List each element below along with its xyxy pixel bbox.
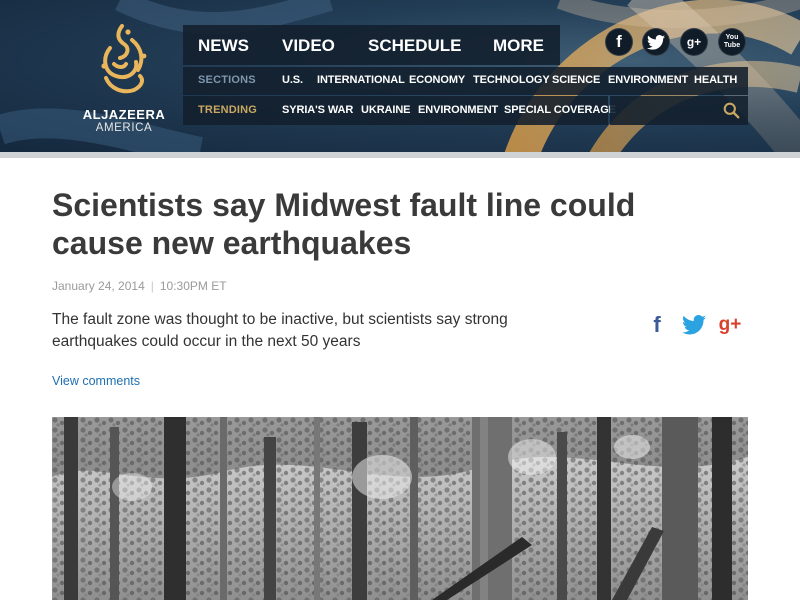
facebook-glyph: f xyxy=(616,32,622,51)
section-economy[interactable]: ECONOMY xyxy=(409,74,465,86)
trending-ukraine[interactable]: UKRAINE xyxy=(361,104,411,116)
google-plus-share-glyph: g+ xyxy=(718,314,742,335)
article-headline: Scientists say Midwest fault line could … xyxy=(52,186,752,262)
google-plus-glyph: g+ xyxy=(686,35,702,49)
site-logo[interactable]: ALJAZEERA AMERICA xyxy=(78,20,170,138)
nav-news[interactable]: NEWS xyxy=(198,36,249,56)
trending-bar: TRENDING SYRIA'S WAR UKRAINE ENVIRONMENT… xyxy=(183,96,616,125)
section-science[interactable]: SCIENCE xyxy=(552,74,600,86)
article-date: January 24, 2014 xyxy=(52,279,145,293)
view-comments-link[interactable]: View comments xyxy=(52,374,140,388)
trending-special-coverage[interactable]: SPECIAL COVERAGE xyxy=(504,104,616,116)
header-divider xyxy=(0,152,800,158)
main-navigation: NEWS VIDEO SCHEDULE MORE xyxy=(183,25,560,65)
sections-bar: SECTIONS U.S. INTERNATIONAL ECONOMY TECH… xyxy=(183,67,748,95)
headline-line-1: Scientists say Midwest fault line could xyxy=(52,187,636,223)
sections-label: SECTIONS xyxy=(198,74,256,86)
brand-name: ALJAZEERA xyxy=(82,107,166,122)
youtube-glyph-top: You xyxy=(725,34,739,41)
meta-separator: | xyxy=(150,279,154,293)
facebook-icon[interactable]: f xyxy=(605,28,633,56)
youtube-icon[interactable]: You Tube xyxy=(718,28,746,56)
dek-line-1: The fault zone was thought to be inactiv… xyxy=(52,311,508,328)
twitter-share-bird-icon xyxy=(682,315,706,335)
brand-subname: AMERICA xyxy=(95,122,153,134)
section-international[interactable]: INTERNATIONAL xyxy=(317,74,405,86)
nav-schedule[interactable]: SCHEDULE xyxy=(368,36,462,56)
google-plus-icon[interactable]: g+ xyxy=(680,28,708,56)
google-plus-share-icon[interactable]: g+ xyxy=(716,312,744,338)
trending-syrias-war[interactable]: SYRIA'S WAR xyxy=(282,104,353,116)
nav-video[interactable]: VIDEO xyxy=(282,36,335,56)
trending-label: TRENDING xyxy=(198,104,258,116)
youtube-glyph-bottom: Tube xyxy=(723,42,741,49)
aljazeera-calligraphy-logo xyxy=(101,24,147,94)
forest-photo-image xyxy=(52,417,748,600)
section-technology[interactable]: TECHNOLOGY xyxy=(473,74,550,86)
twitter-icon[interactable] xyxy=(642,28,670,56)
facebook-share-glyph: f xyxy=(653,312,661,337)
trending-environment[interactable]: ENVIRONMENT xyxy=(418,104,498,116)
twitter-bird-icon xyxy=(647,34,665,50)
article-time: 10:30PM ET xyxy=(159,279,227,293)
search-input[interactable] xyxy=(610,96,748,125)
dek-line-2: earthquakes could occur in the next 50 y… xyxy=(52,333,361,350)
nav-more[interactable]: MORE xyxy=(493,36,544,56)
site-header: ALJAZEERA AMERICA NEWS VIDEO SCHEDULE MO… xyxy=(0,0,800,152)
section-us[interactable]: U.S. xyxy=(282,74,303,86)
article-meta: January 24, 2014 | 10:30PM ET xyxy=(52,278,227,294)
headline-line-2: cause new earthquakes xyxy=(52,225,412,261)
section-environment[interactable]: ENVIRONMENT xyxy=(608,74,688,86)
article-photo xyxy=(52,417,748,600)
section-health[interactable]: HEALTH xyxy=(694,74,737,86)
facebook-share-icon[interactable]: f xyxy=(648,312,666,338)
twitter-share-icon[interactable] xyxy=(681,312,707,338)
search-icon[interactable] xyxy=(723,102,740,119)
article-dek: The fault zone was thought to be inactiv… xyxy=(52,309,552,353)
